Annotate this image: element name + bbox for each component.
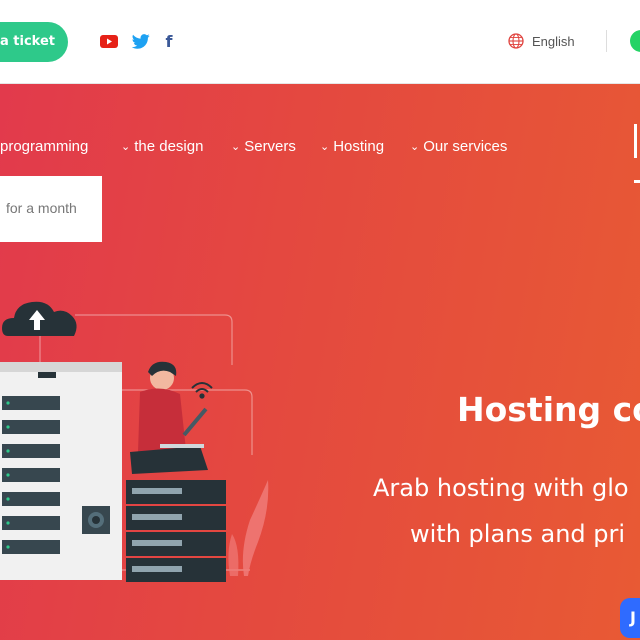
nav-item-label: Our services: [423, 138, 508, 155]
chevron-down-icon: ⌄: [320, 141, 330, 153]
logo-mark: [634, 124, 640, 183]
facebook-icon[interactable]: f: [159, 31, 179, 51]
chevron-down-icon: ⌄: [121, 141, 131, 153]
globe-icon: [508, 33, 524, 49]
nav-item-hosting[interactable]: ⌄ Hosting: [320, 138, 384, 155]
open-ticket-button[interactable]: a ticket: [0, 22, 68, 62]
language-label: English: [532, 33, 575, 49]
facebook-glyph: f: [165, 31, 173, 51]
hero-title: Hosting co: [457, 390, 640, 429]
nav-item-programming[interactable]: programming: [0, 138, 88, 155]
cloud-upload-icon: [2, 301, 77, 336]
search-field[interactable]: for a month: [0, 176, 102, 242]
whatsapp-icon[interactable]: [630, 30, 640, 52]
hero-section: programming ⌄ the design ⌄ Servers ⌄ Hos…: [0, 84, 640, 640]
hero-subtitle-line1: Arab hosting with glo: [373, 474, 629, 502]
nav-item-label: programming: [0, 138, 89, 155]
language-selector[interactable]: English: [508, 30, 575, 52]
twitter-icon[interactable]: [131, 31, 151, 51]
nav-item-label: the design: [134, 138, 204, 155]
top-bar: a ticket f English: [0, 0, 640, 84]
nav-item-the-design[interactable]: ⌄ the design: [121, 138, 203, 155]
hero-subtitle-line2: with plans and pri: [410, 520, 626, 548]
chat-widget-label: J: [630, 608, 636, 627]
person-with-laptop: [130, 361, 208, 474]
chevron-down-icon: ⌄: [410, 141, 420, 153]
nav-item-our-services[interactable]: ⌄ Our services: [410, 138, 507, 155]
youtube-icon[interactable]: [99, 31, 119, 51]
open-ticket-label: a ticket: [0, 34, 56, 49]
chevron-down-icon: ⌄: [231, 141, 241, 153]
hosting-illustration: [0, 301, 269, 582]
nav-item-label: Servers: [244, 138, 296, 155]
nav-item-servers[interactable]: ⌄ Servers: [231, 138, 296, 155]
nav-item-label: Hosting: [333, 138, 385, 155]
search-field-text: for a month: [6, 200, 77, 216]
chat-widget-button[interactable]: J: [620, 598, 640, 638]
topbar-divider: [606, 30, 607, 52]
